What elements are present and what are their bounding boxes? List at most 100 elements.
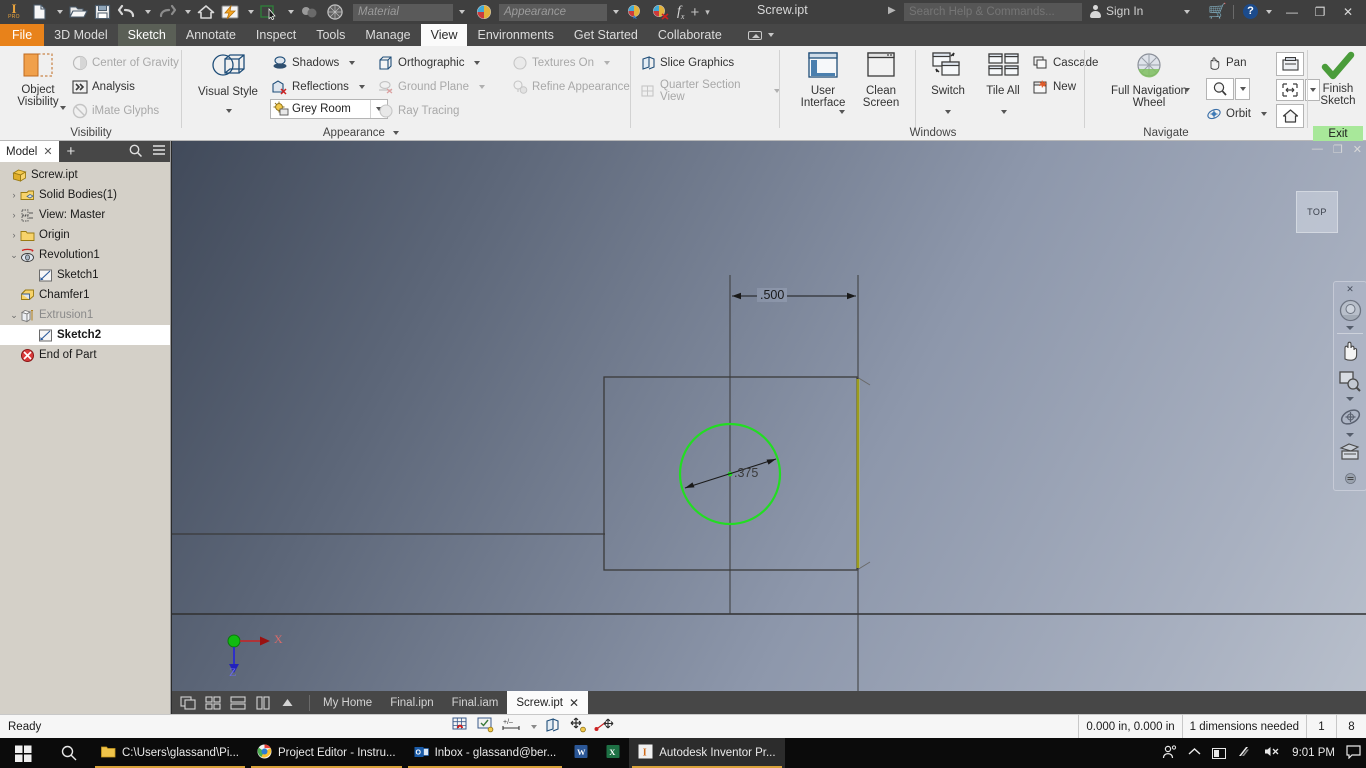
undo-icon[interactable]	[114, 0, 140, 24]
user-interface-button[interactable]: User Interface	[795, 51, 851, 109]
minimize-button[interactable]: —	[1278, 1, 1306, 23]
browser-menu-icon[interactable]	[152, 144, 166, 159]
tab-view[interactable]: View	[420, 24, 468, 46]
zoom-dropdown-caret[interactable]	[1346, 397, 1354, 401]
orbit-button[interactable]: Orbit	[1206, 106, 1267, 122]
shadows-button[interactable]: Shadows	[272, 55, 356, 71]
add-qat-icon[interactable]: +	[687, 0, 702, 24]
constraint-display-icon[interactable]	[477, 717, 495, 736]
tree-node-screw-ipt[interactable]: Screw.ipt	[0, 165, 170, 185]
ribbon-minimize-control[interactable]	[738, 24, 784, 46]
grid-snap-icon[interactable]	[452, 717, 470, 736]
view-face-button[interactable]	[1276, 52, 1304, 76]
finish-sketch-button[interactable]: Finish Sketch	[1313, 51, 1363, 107]
volume-muted-icon[interactable]	[1264, 745, 1281, 761]
taskbar-clock[interactable]: 9:01 PM	[1292, 747, 1335, 759]
steering-wheel-dropdown-caret[interactable]	[1346, 326, 1354, 330]
notification-icon[interactable]	[1346, 744, 1362, 762]
tab-3d-model[interactable]: 3D Model	[44, 24, 118, 46]
graphics-viewport[interactable]: — ❐ ✕ .500 .375 TOP ✕ X Z My Home Final.…	[172, 141, 1366, 714]
show-constraints-icon[interactable]	[569, 717, 587, 736]
center-of-gravity-button[interactable]: Center of Gravity	[72, 55, 179, 71]
tree-expander[interactable]: ⌄	[8, 250, 20, 261]
appearance-combo[interactable]: Appearance	[496, 0, 622, 24]
tab-inspect[interactable]: Inspect	[246, 24, 306, 46]
tab-annotate[interactable]: Annotate	[176, 24, 246, 46]
document-minimize-button[interactable]: —	[1312, 143, 1323, 156]
sign-in-dropdown-caret[interactable]	[1184, 10, 1190, 14]
undo-dropdown-caret[interactable]	[140, 0, 154, 24]
tree-expander[interactable]: ›	[8, 210, 20, 220]
doc-tab-close-icon[interactable]: ✕	[569, 696, 579, 710]
open-folder-icon[interactable]	[66, 0, 91, 24]
title-expand-arrow-icon[interactable]: ▶	[888, 5, 896, 16]
analysis-button[interactable]: Analysis	[72, 79, 135, 95]
tree-node-view-master[interactable]: › View: Master	[0, 205, 170, 225]
switch-windows-button[interactable]: Switch	[923, 51, 973, 97]
browser-tab-model[interactable]: Model ✕	[0, 141, 59, 162]
update-dropdown-caret[interactable]	[243, 0, 257, 24]
object-visibility-button[interactable]: Object Visibility	[10, 52, 66, 108]
tile-vertical-icon[interactable]	[255, 695, 272, 710]
help-icon[interactable]: ?	[1243, 4, 1258, 19]
zoom-dropdown-button[interactable]	[1235, 78, 1250, 100]
appearance-panel-expand-caret[interactable]	[393, 130, 400, 135]
taskbar-item-word[interactable]: W	[565, 738, 597, 768]
reflections-button[interactable]: Reflections	[272, 79, 365, 95]
ray-tracing-button[interactable]: Ray Tracing	[378, 103, 459, 119]
visual-style-dropdown-caret[interactable]	[226, 109, 232, 113]
full-nav-wheel-dropdown-caret[interactable]	[1184, 88, 1190, 92]
zoom-all-button[interactable]	[1276, 79, 1304, 101]
appearance-browser-icon[interactable]	[297, 0, 322, 24]
orbit-dropdown-caret[interactable]	[1346, 433, 1354, 437]
material-combo[interactable]: Material	[350, 0, 468, 24]
taskbar-item-excel[interactable]: X	[597, 738, 629, 768]
quarter-section-view-button[interactable]: Quarter Section View	[640, 79, 780, 103]
select-icon[interactable]	[257, 0, 283, 24]
taskbar-item-outlook[interactable]: O Inbox - glassand@ber...	[405, 738, 566, 768]
dimension-dropdown-caret[interactable]	[531, 724, 537, 729]
slice-graphics-icon[interactable]	[544, 717, 562, 736]
tree-node-sketch2[interactable]: Sketch2	[0, 325, 170, 345]
refine-appearance-button[interactable]: Refine Appearance	[512, 79, 630, 95]
tree-node-end-of-part[interactable]: End of Part	[0, 345, 170, 365]
search-input[interactable]	[904, 3, 1082, 21]
switch-dropdown-caret[interactable]	[945, 110, 951, 114]
imate-glyphs-button[interactable]: iMate Glyphs	[72, 103, 159, 119]
save-icon[interactable]	[91, 0, 114, 24]
tab-get-started[interactable]: Get Started	[564, 24, 648, 46]
parameters-fx-icon[interactable]: fx	[674, 0, 687, 24]
select-dropdown-caret[interactable]	[283, 0, 297, 24]
material-sphere-icon[interactable]	[322, 0, 348, 24]
ground-plane-button[interactable]: Ground Plane	[378, 79, 485, 95]
clean-screen-button[interactable]: Clean Screen	[853, 51, 909, 109]
doc-tab-final-ipn[interactable]: Final.ipn	[381, 691, 442, 714]
orthographic-dropdown-caret[interactable]	[474, 61, 481, 65]
tab-sketch[interactable]: Sketch	[117, 24, 176, 46]
people-icon[interactable]	[1162, 744, 1177, 762]
tree-node-origin[interactable]: › Origin	[0, 225, 170, 245]
help-dropdown-caret[interactable]	[1266, 10, 1272, 14]
tree-node-revolution1[interactable]: ⌄ Revolution1	[0, 245, 170, 265]
taskbar-search-icon[interactable]	[46, 738, 92, 768]
document-restore-button[interactable]: ❐	[1333, 143, 1343, 156]
new-window-button[interactable]: New	[1033, 79, 1076, 95]
lighting-style-combo[interactable]: Grey Room	[270, 99, 388, 119]
battery-icon[interactable]	[1212, 747, 1227, 759]
home-view-button[interactable]	[1276, 104, 1304, 128]
browser-search-icon[interactable]	[129, 144, 143, 160]
tab-collaborate[interactable]: Collaborate	[648, 24, 732, 46]
expand-up-icon[interactable]	[280, 695, 297, 710]
browser-tab-close-icon[interactable]: ✕	[43, 145, 52, 158]
orbit-icon[interactable]	[1336, 402, 1364, 432]
update-lightning-icon[interactable]	[218, 0, 243, 24]
restore-button[interactable]: ❐	[1306, 1, 1334, 23]
tab-manage[interactable]: Manage	[355, 24, 420, 46]
clear-appearance-icon[interactable]	[648, 0, 674, 24]
close-button[interactable]: ✕	[1334, 1, 1362, 23]
wifi-icon[interactable]	[1237, 745, 1253, 761]
navbar-menu-icon[interactable]	[1344, 473, 1357, 487]
redo-dropdown-caret[interactable]	[180, 0, 194, 24]
qat-customize-caret[interactable]: ▾	[702, 0, 713, 24]
doc-tab-my-home[interactable]: My Home	[314, 691, 381, 714]
